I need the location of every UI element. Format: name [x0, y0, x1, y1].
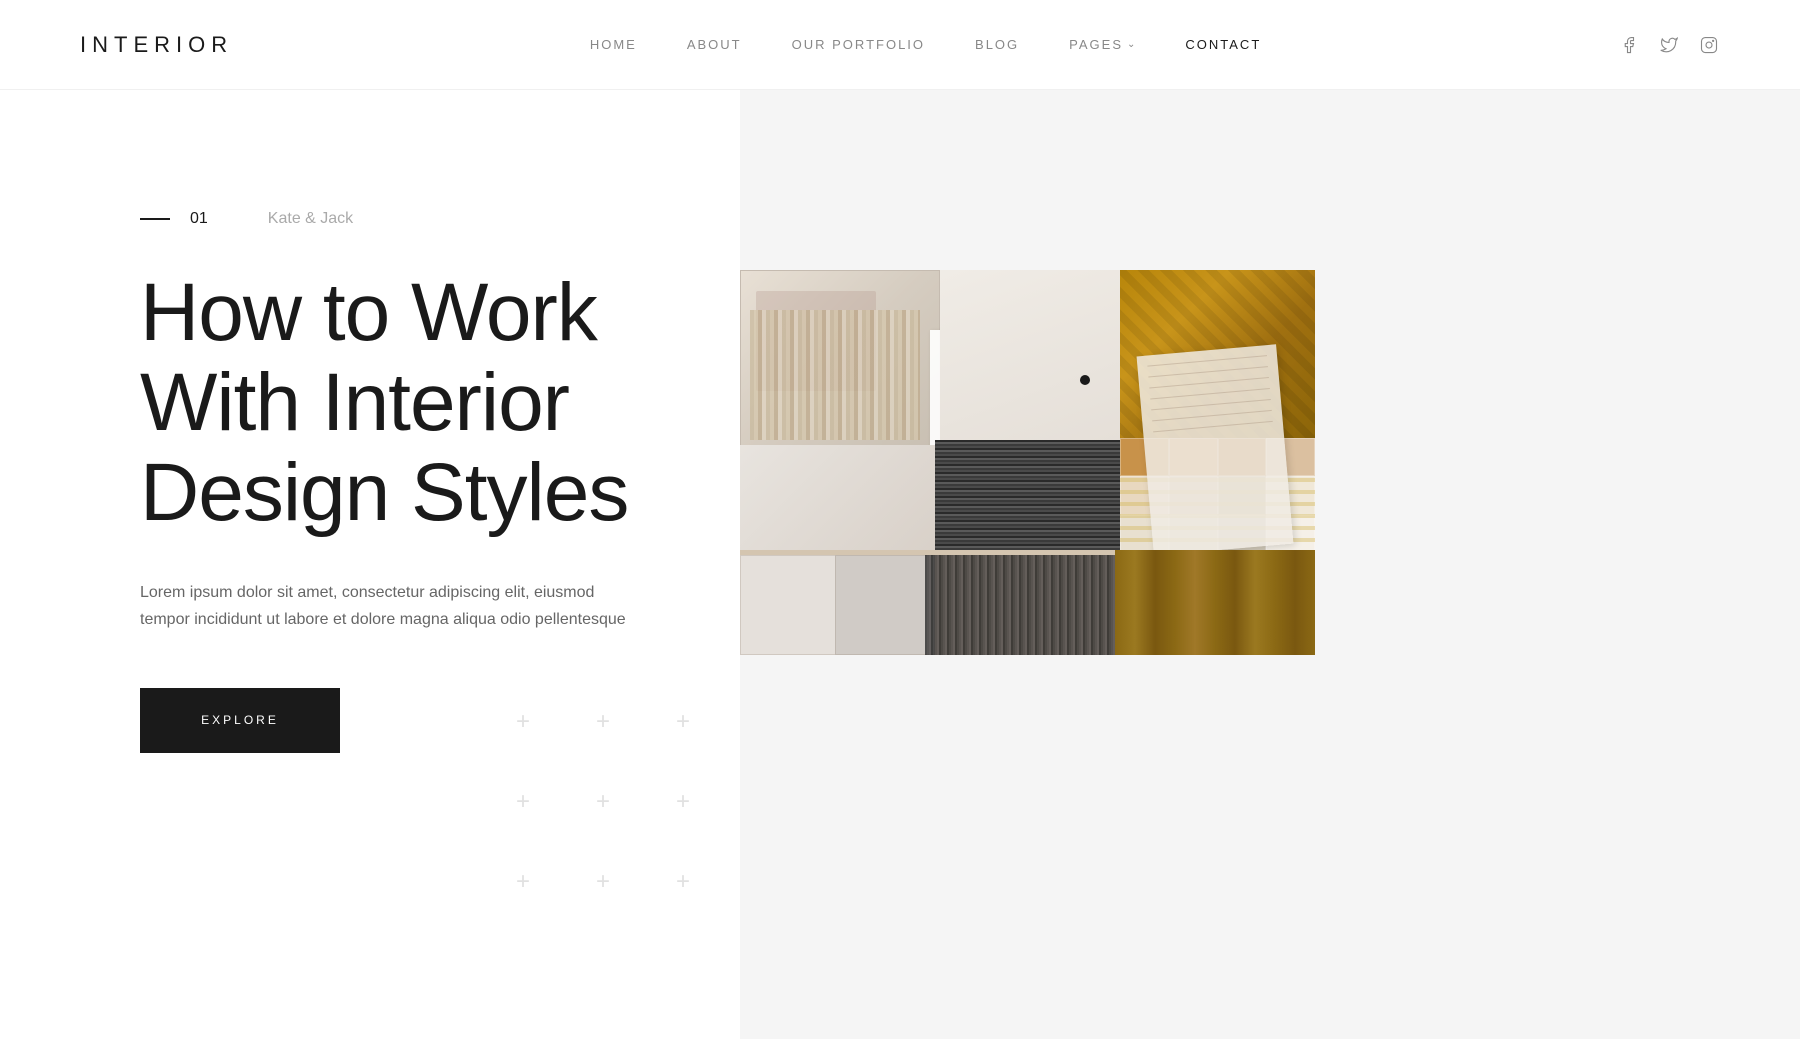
plus-icon — [590, 709, 616, 735]
hero-description: Lorem ipsum dolor sit amet, consectetur … — [140, 579, 640, 633]
heading-line2: With Interior — [140, 357, 569, 448]
nav-item-contact[interactable]: CONTACT — [1185, 37, 1261, 52]
chevron-down-icon: ⌄ — [1127, 39, 1135, 50]
paper-line — [1152, 410, 1272, 421]
plus-icon — [510, 789, 536, 815]
plus-icon — [590, 869, 616, 895]
material-stone — [925, 555, 1115, 655]
plus-icon — [510, 869, 536, 895]
nav-pages-label[interactable]: PAGES — [1069, 37, 1123, 52]
twitter-icon[interactable] — [1658, 34, 1680, 56]
materials-collage — [740, 270, 1315, 655]
paper-line — [1150, 388, 1270, 399]
fabric-swatch-white — [940, 270, 1120, 440]
navbar: INTERIOR HOME ABOUT OUR PORTFOLIO BLOG P… — [0, 0, 1800, 90]
facebook-icon[interactable] — [1618, 34, 1640, 56]
paper-line — [1153, 421, 1273, 432]
material-wood — [1115, 550, 1315, 655]
heading-line1: How to Work — [140, 267, 597, 358]
plus-icon — [670, 789, 696, 815]
nav-item-about[interactable]: ABOUT — [687, 37, 742, 52]
instagram-icon[interactable] — [1698, 34, 1720, 56]
main-content: 01 Kate & Jack How to Work With Interior… — [0, 90, 1800, 1039]
paper-line — [1149, 377, 1269, 388]
fabric-stripe — [750, 310, 920, 440]
slide-author: Kate & Jack — [268, 210, 353, 228]
nav-item-home[interactable]: HOME — [590, 37, 637, 52]
decorative-plus-pattern — [510, 709, 720, 919]
hero-left-panel: 01 Kate & Jack How to Work With Interior… — [0, 90, 740, 1039]
fabric-swatch-neutral — [740, 445, 940, 550]
material-tile — [740, 555, 840, 655]
nav-item-blog[interactable]: BLOG — [975, 37, 1019, 52]
slide-dash — [140, 218, 170, 220]
nav-menu: HOME ABOUT OUR PORTFOLIO BLOG PAGES ⌄ CO… — [590, 37, 1261, 52]
nav-item-portfolio[interactable]: OUR PORTFOLIO — [792, 37, 925, 52]
hero-right-panel — [740, 90, 1800, 1039]
paper-line — [1151, 399, 1271, 410]
paper-line — [1147, 355, 1267, 366]
explore-button[interactable]: EXPLORE — [140, 688, 340, 753]
plus-icon — [590, 789, 616, 815]
hero-image — [740, 270, 1315, 655]
material-tile-2 — [835, 555, 935, 655]
slide-indicator: 01 Kate & Jack — [140, 210, 660, 228]
material-paper — [1137, 344, 1294, 555]
nav-item-pages[interactable]: PAGES ⌄ — [1069, 37, 1135, 52]
brand-logo[interactable]: INTERIOR — [80, 32, 233, 58]
fabric-button-detail — [1080, 375, 1090, 385]
plus-icon — [510, 709, 536, 735]
social-links — [1618, 34, 1720, 56]
paper-lines — [1147, 355, 1282, 545]
plus-icon — [670, 709, 696, 735]
hero-heading: How to Work With Interior Design Styles — [140, 268, 660, 539]
paper-line — [1148, 366, 1268, 377]
heading-line3: Design Styles — [140, 447, 628, 538]
plus-icon — [670, 869, 696, 895]
fabric-swatch-grid — [935, 440, 1120, 550]
slide-number: 01 — [190, 210, 208, 228]
